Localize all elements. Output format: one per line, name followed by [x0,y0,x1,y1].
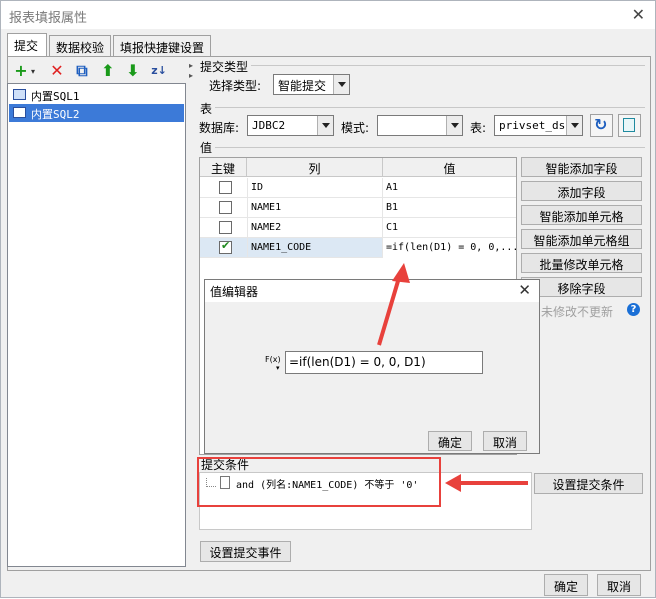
annotation-arrows [377,263,528,492]
arrow-icon [445,474,528,492]
arrow-icon [377,263,410,346]
report-fill-properties-dialog: 报表填报属性 ✕ 提交 数据校验 填报快捷键设置 + ▾ ✕ ⧉ ⬆ ⬇ z↓ … [0,0,656,598]
